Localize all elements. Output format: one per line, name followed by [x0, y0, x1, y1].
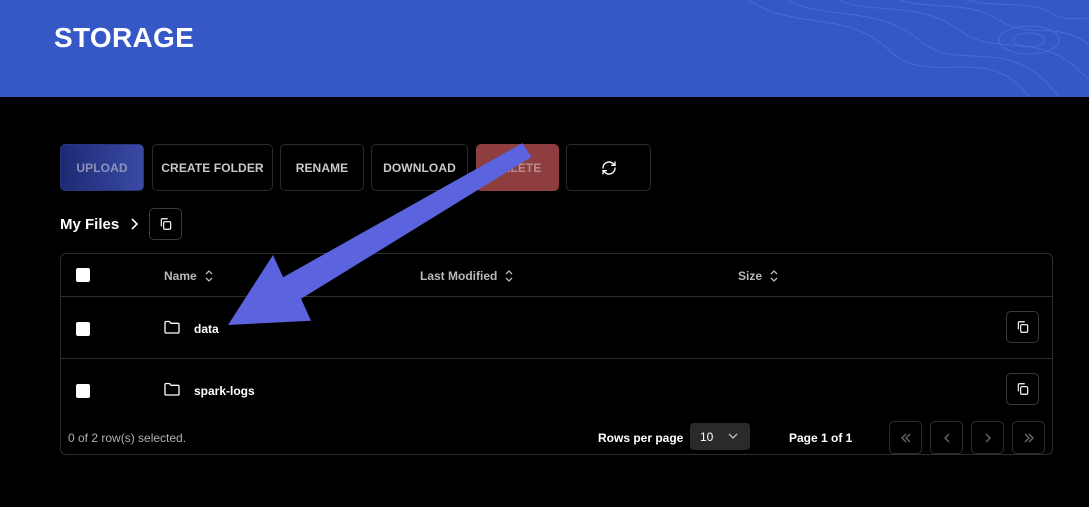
- column-last-modified-label: Last Modified: [420, 268, 498, 283]
- rename-button[interactable]: RENAME: [280, 144, 364, 191]
- copy-path-button[interactable]: [1006, 373, 1039, 405]
- chevron-left-icon: [943, 433, 949, 442]
- first-page-button[interactable]: [889, 421, 922, 454]
- chevron-right-icon: [129, 217, 139, 231]
- copy-icon: [1017, 383, 1028, 395]
- topographic-pattern: [748, 0, 1089, 97]
- files-table: Name Last Modified Size data spark-logs: [60, 253, 1053, 455]
- sort-icon: [770, 269, 778, 282]
- download-button[interactable]: DOWNLOAD: [371, 144, 468, 191]
- copy-path-button[interactable]: [149, 208, 183, 240]
- header-banner: STORAGE: [0, 0, 1089, 97]
- last-page-button[interactable]: [1012, 421, 1045, 454]
- chevrons-right-icon: [1024, 433, 1034, 442]
- chevrons-left-icon: [900, 433, 910, 442]
- folder-icon: [164, 382, 180, 401]
- select-all-checkbox[interactable]: [76, 268, 90, 282]
- refresh-button[interactable]: [566, 144, 651, 191]
- selection-status: 0 of 2 row(s) selected.: [68, 431, 187, 445]
- rows-per-page-label: Rows per page: [598, 431, 684, 445]
- table-row[interactable]: data: [61, 297, 1052, 359]
- table-header: Name Last Modified Size: [61, 254, 1052, 297]
- chevron-right-icon: [985, 433, 991, 442]
- file-name[interactable]: data: [194, 322, 219, 336]
- rows-per-page-select[interactable]: 10: [690, 423, 750, 450]
- breadcrumb: My Files: [60, 208, 183, 240]
- copy-icon: [1017, 321, 1028, 333]
- copy-icon: [160, 218, 171, 230]
- sort-icon: [505, 269, 513, 282]
- next-page-button[interactable]: [971, 421, 1004, 454]
- copy-path-button[interactable]: [1006, 311, 1039, 343]
- upload-button[interactable]: UPLOAD: [60, 144, 144, 191]
- rows-per-page-value: 10: [700, 429, 714, 444]
- column-name-label: Name: [164, 268, 197, 283]
- table-footer: 0 of 2 row(s) selected. Rows per page 10…: [61, 421, 1052, 454]
- breadcrumb-my-files[interactable]: My Files: [60, 216, 119, 233]
- page-info: Page 1 of 1: [789, 431, 853, 445]
- column-name[interactable]: Name: [164, 254, 213, 297]
- table-row[interactable]: spark-logs: [61, 359, 1052, 421]
- create-folder-button[interactable]: CREATE FOLDER: [152, 144, 273, 191]
- page-title: STORAGE: [54, 22, 195, 53]
- sort-icon: [205, 269, 213, 282]
- column-size[interactable]: Size: [738, 254, 778, 297]
- column-last-modified[interactable]: Last Modified: [420, 254, 513, 297]
- row-checkbox[interactable]: [76, 384, 90, 398]
- chevron-down-icon: [728, 433, 738, 439]
- row-checkbox[interactable]: [76, 322, 90, 336]
- column-size-label: Size: [738, 268, 763, 283]
- delete-button[interactable]: DELETE: [476, 144, 559, 191]
- refresh-icon: [601, 160, 616, 175]
- folder-icon: [164, 320, 180, 339]
- file-name[interactable]: spark-logs: [194, 384, 255, 398]
- previous-page-button[interactable]: [930, 421, 963, 454]
